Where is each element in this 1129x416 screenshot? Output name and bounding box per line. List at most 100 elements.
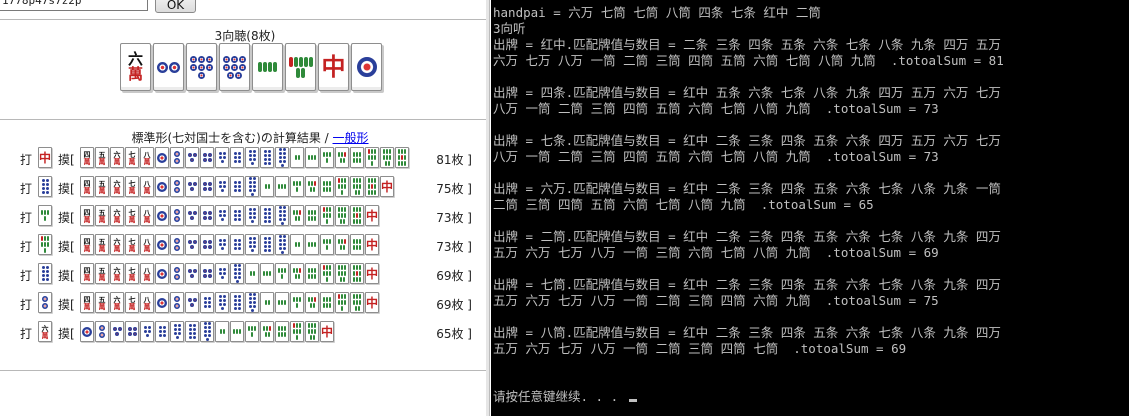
discard-pin-8-tile[interactable] xyxy=(38,263,52,284)
draw-pin-2-tile xyxy=(170,292,184,313)
draw-pin-7-tile xyxy=(215,292,229,313)
draw-man-8-tile: 八萬 xyxy=(140,205,154,226)
draw-sou-9-tile xyxy=(365,176,379,197)
draw-sou-7-tile xyxy=(365,147,379,168)
draw-man-7-tile: 七萬 xyxy=(125,234,139,255)
draw-sou-5-tile xyxy=(290,263,304,284)
draw-pin-9-tile xyxy=(275,147,289,168)
divider xyxy=(0,370,488,371)
discard-sou-4-tile[interactable] xyxy=(38,205,52,226)
draw-pin-8-tile xyxy=(260,205,274,226)
draw-sou-3-tile xyxy=(275,176,289,197)
draw-sou-6-tile xyxy=(350,147,364,168)
draw-sou-3-tile xyxy=(260,263,274,284)
draw-man-7-tile: 七萬 xyxy=(125,263,139,284)
console-line: 出牌 = 八筒.匹配牌值与数目 = 红中 二条 三条 四条 五条 六条 七条 八… xyxy=(493,325,1001,340)
scrollbar[interactable] xyxy=(486,0,489,416)
console-line: 3向听 xyxy=(493,21,526,36)
draw-sou-7-tile xyxy=(320,263,334,284)
draw-sou-6-tile xyxy=(320,292,334,313)
result-title: 標準形(七対国士を含む)の計算結果 / 一般形 xyxy=(0,129,489,146)
draw-sou-7-tile xyxy=(290,321,304,342)
draw-man-6-tile: 六萬 xyxy=(110,292,124,313)
discard-sou-7-tile[interactable] xyxy=(38,234,52,255)
honor-7-tile: 中 xyxy=(318,43,349,91)
draw-pin-5-tile xyxy=(215,176,229,197)
console-line: 出牌 = 六万.匹配牌值与数目 = 红中 二条 三条 四条 五条 六条 七条 八… xyxy=(493,181,1001,196)
draw-man-5-tile: 五萬 xyxy=(95,234,109,255)
discard-label: 打 xyxy=(20,240,33,254)
discard-label: 打 xyxy=(20,182,33,196)
console-line: handpai = 六万 七筒 七筒 八筒 四条 七条 红中 二筒 xyxy=(493,5,821,20)
console-line: 出牌 = 二筒.匹配牌值与数目 = 红中 二条 三条 四条 五条 六条 七条 八… xyxy=(493,229,1001,244)
discard-row: 打中摸[四萬五萬六萬七萬八萬 81枚 ] xyxy=(18,146,478,170)
draw-man-6-tile: 六萬 xyxy=(110,147,124,168)
draw-pin-9-tile xyxy=(230,263,244,284)
console-window: handpai = 六万 七筒 七筒 八筒 四条 七条 红中 二筒 3向听出牌 =… xyxy=(491,0,1129,416)
draw-sou-8-tile xyxy=(335,263,349,284)
draw-pin-1-tile xyxy=(155,263,169,284)
draw-sou-3-tile xyxy=(305,147,319,168)
draw-pin-7-tile xyxy=(245,147,259,168)
console-line: 八万 一筒 二筒 三筒 四筒 五筒 六筒 七筒 八筒 九筒 .totoalSum… xyxy=(493,101,939,116)
draw-sou-9-tile xyxy=(395,147,409,168)
draw-sou-4-tile xyxy=(290,292,304,313)
draw-sou-5-tile xyxy=(335,147,349,168)
discard-man-6-tile[interactable]: 六萬 xyxy=(38,321,52,342)
draw-pin-4-tile xyxy=(200,176,214,197)
draw-pin-8-tile xyxy=(260,147,274,168)
cursor xyxy=(628,399,637,402)
draw-man-7-tile: 七萬 xyxy=(125,205,139,226)
console-line: 五万 六万 七万 八万 一筒 三筒 六筒 七筒 八筒 九筒 .totoalSum… xyxy=(493,245,939,260)
discard-label: 打 xyxy=(20,269,33,283)
browser-page: 1778p47s7z2p OK 3向聴(8枚) 六萬中 標準形(七対国士を含む)… xyxy=(0,0,490,416)
draw-pin-5-tile xyxy=(215,234,229,255)
hand-input[interactable]: 1778p47s7z2p xyxy=(0,0,148,11)
draw-man-6-tile: 六萬 xyxy=(110,176,124,197)
draw-sou-5-tile xyxy=(260,321,274,342)
ok-button[interactable]: OK xyxy=(155,0,196,13)
discard-row: 打六萬摸[中 65枚 ] xyxy=(18,320,478,344)
draw-man-5-tile: 五萬 xyxy=(95,292,109,313)
console-line: 六万 七万 八万 一筒 二筒 三筒 四筒 五筒 六筒 七筒 八筒 九筒 .tot… xyxy=(493,53,1004,68)
discard-pin-8-tile[interactable] xyxy=(38,176,52,197)
draw-pin-6-tile xyxy=(155,321,169,342)
draw-pin-5-tile xyxy=(215,263,229,284)
draw-pin-8-tile xyxy=(185,321,199,342)
tile-count: 65枚 ] xyxy=(436,327,472,341)
tile-count: 75枚 ] xyxy=(436,182,472,196)
draw-label: 摸[ xyxy=(58,327,75,341)
draw-sou-2-tile xyxy=(260,176,274,197)
hand-tiles: 六萬 中 xyxy=(120,43,382,93)
draw-pin-6-tile xyxy=(200,292,214,313)
discard-label: 打 xyxy=(20,211,33,225)
draw-pin-3-tile xyxy=(185,263,199,284)
tile-count: 81枚 ] xyxy=(436,153,472,167)
draw-honor-7-tile: 中 xyxy=(380,176,394,197)
draw-man-6-tile: 六萬 xyxy=(110,263,124,284)
discard-row: 打 摸[四萬五萬六萬七萬八萬 中 69枚 ] xyxy=(18,291,478,315)
draw-pin-5-tile xyxy=(140,321,154,342)
draw-man-7-tile: 七萬 xyxy=(125,292,139,313)
draw-label: 摸[ xyxy=(58,240,75,254)
sou-4-tile xyxy=(252,43,283,91)
tile-count: 69枚 ] xyxy=(436,269,472,283)
tile-count: 69枚 ] xyxy=(436,298,472,312)
discard-honor-7-tile[interactable]: 中 xyxy=(38,147,52,168)
draw-sou-2-tile xyxy=(260,292,274,313)
pin-1-tile xyxy=(351,43,382,91)
draw-pin-9-tile xyxy=(200,321,214,342)
draw-pin-6-tile xyxy=(230,205,244,226)
draw-man-6-tile: 六萬 xyxy=(110,205,124,226)
console-line: 出牌 = 七筒.匹配牌值与数目 = 红中 二条 三条 四条 五条 六条 七条 八… xyxy=(493,277,1001,292)
draw-honor-7-tile: 中 xyxy=(365,234,379,255)
draw-sou-6-tile xyxy=(350,234,364,255)
draw-man-5-tile: 五萬 xyxy=(95,176,109,197)
draw-pin-1-tile xyxy=(155,176,169,197)
normal-form-link[interactable]: 一般形 xyxy=(333,131,369,145)
draw-sou-4-tile xyxy=(290,176,304,197)
draw-sou-2-tile xyxy=(245,263,259,284)
draw-man-4-tile: 四萬 xyxy=(80,176,94,197)
discard-pin-2-tile[interactable] xyxy=(38,292,52,313)
draw-sou-2-tile xyxy=(290,147,304,168)
